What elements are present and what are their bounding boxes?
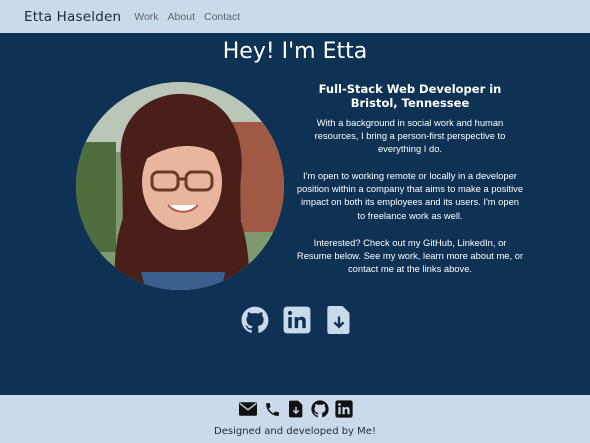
nav-link-contact[interactable]: Contact — [204, 11, 240, 23]
footer: Designed and developed by Me! — [0, 395, 590, 443]
profile-photo — [76, 82, 284, 290]
bio-paragraph: With a background in social work and hum… — [314, 117, 506, 155]
portrait-illustration — [76, 82, 284, 290]
linkedin-icon[interactable] — [335, 400, 353, 418]
github-icon[interactable] — [311, 400, 329, 418]
bio-paragraph: Interested? Check out my GitHub, LinkedI… — [296, 237, 524, 275]
footer-icon-links — [0, 400, 590, 418]
resume-download-icon[interactable] — [325, 305, 353, 335]
page-title: Hey! I'm Etta — [222, 39, 368, 64]
phone-icon[interactable] — [263, 400, 281, 418]
nav-link-about[interactable]: About — [168, 11, 195, 23]
resume-download-icon[interactable] — [287, 400, 305, 418]
navbar: Etta Haselden Work About Contact — [0, 0, 590, 33]
github-icon[interactable] — [241, 305, 269, 335]
bio-paragraph: I'm open to working remote or locally in… — [296, 170, 524, 221]
social-links — [0, 305, 590, 335]
brand-name[interactable]: Etta Haselden — [24, 9, 121, 25]
footer-credit: Designed and developed by Me! — [214, 426, 376, 437]
hero-subtitle: Full-Stack Web Developer in Bristol, Ten… — [318, 82, 502, 110]
email-icon[interactable] — [239, 400, 257, 418]
nav-links: Work About Contact — [134, 11, 249, 23]
linkedin-icon[interactable] — [283, 305, 311, 335]
nav-link-work[interactable]: Work — [134, 11, 158, 23]
